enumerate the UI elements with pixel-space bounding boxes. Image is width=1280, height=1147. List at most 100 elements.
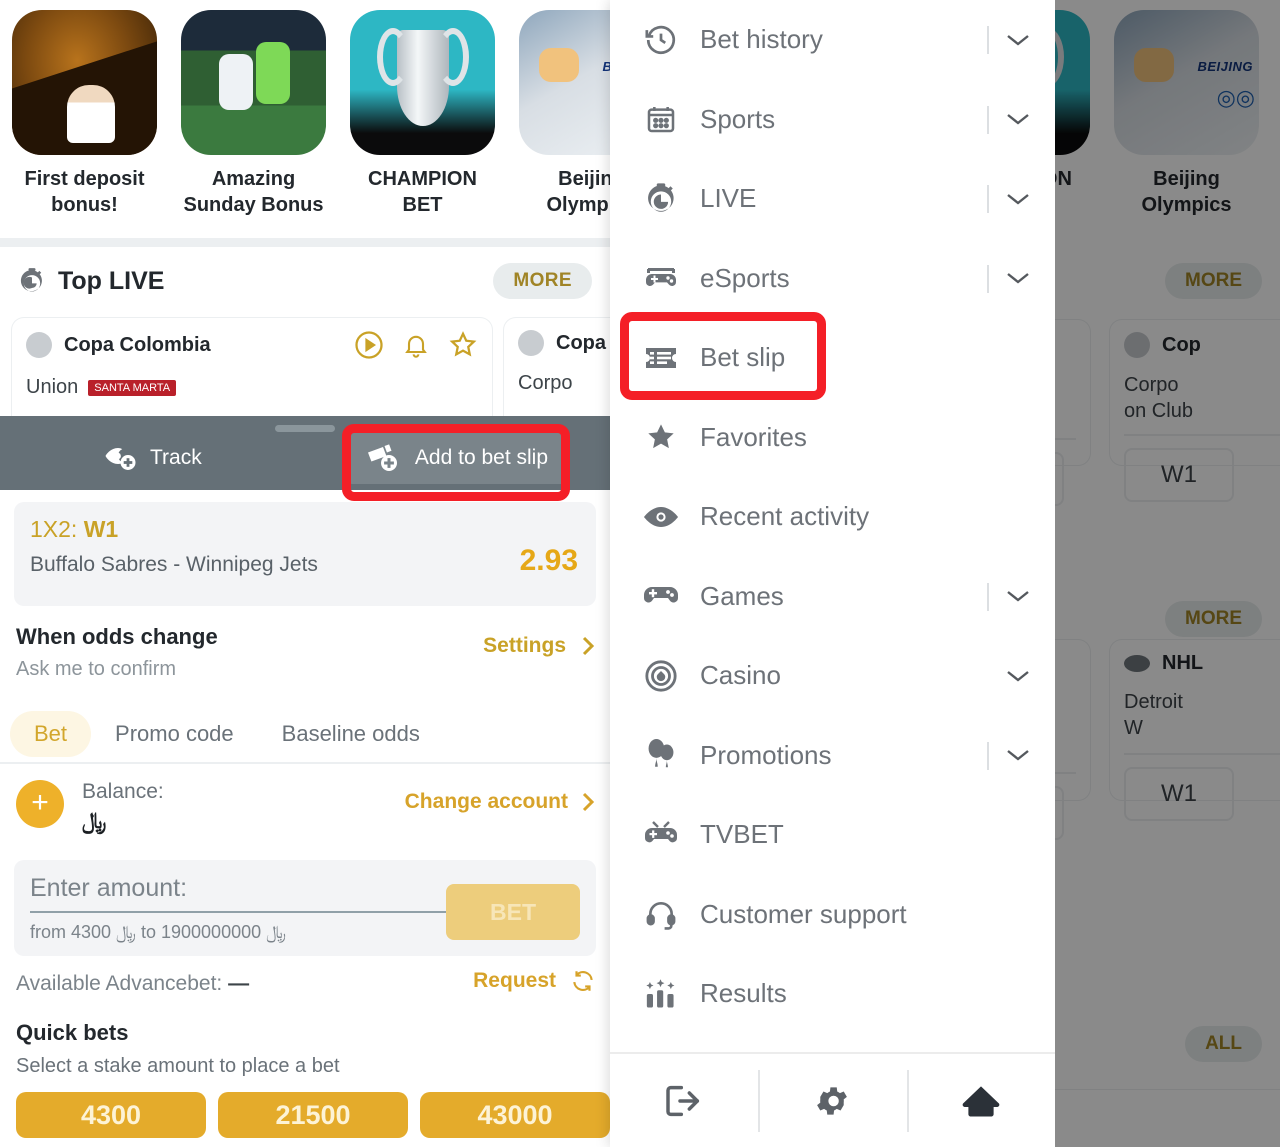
bell-icon[interactable] xyxy=(402,331,430,359)
promo-label: First deposit bonus! xyxy=(24,168,145,216)
promo-card-champion-bet: CHAMPIONBET xyxy=(1055,10,1102,238)
bet-slip-sheet: Track Add to bet slip 1X2: W1 Buffalo Sa… xyxy=(0,416,610,1147)
settings-button[interactable] xyxy=(758,1069,906,1132)
background-live-card: innipegts 2.08 xyxy=(1055,640,1090,840)
amount-underline xyxy=(30,911,450,913)
background-card-league: Cop xyxy=(1162,333,1201,356)
add-funds-button[interactable]: + xyxy=(16,780,64,828)
promo-label: Amazing Sunday Bonus xyxy=(183,168,324,216)
play-icon[interactable] xyxy=(354,330,384,360)
puck-icon xyxy=(1124,655,1150,672)
menu-divider xyxy=(987,582,989,611)
promo-card-champion-bet[interactable]: CHAMPION BET xyxy=(338,10,507,238)
chevron-down-icon[interactable] xyxy=(1005,111,1031,127)
menu-item-label: eSports xyxy=(700,262,790,293)
menu-item-favorites[interactable]: Favorites xyxy=(610,398,1055,478)
ticket-icon xyxy=(638,345,684,371)
tab-baseline-odds[interactable]: Baseline odds xyxy=(258,711,444,757)
menu-item-label: Promotions xyxy=(700,739,832,770)
track-button[interactable]: Track xyxy=(88,432,218,484)
promo-card-sunday-bonus[interactable]: Amazing Sunday Bonus xyxy=(169,10,338,238)
quick-bets-section: Quick bets Select a stake amount to plac… xyxy=(0,1010,610,1138)
request-label: Request xyxy=(473,969,556,992)
add-to-bet-slip-label: Add to bet slip xyxy=(414,446,548,469)
top-live-more-button[interactable]: MORE xyxy=(493,263,592,299)
promo-label: CHAMPIONBET xyxy=(1055,168,1072,190)
chevron-down-icon[interactable] xyxy=(1005,32,1031,48)
menu-item-customer-support[interactable]: Customer support xyxy=(610,875,1055,955)
chevron-down-icon[interactable] xyxy=(1005,191,1031,207)
advancebet-request-button[interactable]: Request xyxy=(473,968,596,994)
selection-pick: W1 xyxy=(83,516,119,542)
menu-item-recent-activity[interactable]: Recent activity xyxy=(610,477,1055,557)
background-top-live-more-row: MORE xyxy=(1055,247,1280,315)
menu-item-promotions[interactable]: Promotions xyxy=(610,716,1055,796)
quick-bet-button[interactable]: 21500 xyxy=(218,1092,408,1138)
sheet-drag-handle[interactable] xyxy=(275,425,335,432)
menu-item-tvbet[interactable]: TVBET xyxy=(610,795,1055,875)
top-live-title: Top LIVE xyxy=(58,266,165,295)
champion-bet-thumb xyxy=(350,10,495,155)
bet-selection-card[interactable]: 1X2: W1 Buffalo Sabres - Winnipeg Jets 2… xyxy=(14,502,596,606)
track-label: Track xyxy=(150,446,202,469)
quick-bet-button[interactable]: 43000 xyxy=(420,1092,610,1138)
navigation-drawer: Bet history Sports LIVE eSports Bet slip… xyxy=(610,0,1055,1147)
background-odd: W1 xyxy=(1124,448,1234,502)
background-odd: 45 xyxy=(1055,452,1064,506)
place-bet-button[interactable]: BET xyxy=(446,884,580,940)
menu-item-esports[interactable]: eSports xyxy=(610,239,1055,319)
balance-label: Balance: xyxy=(82,780,164,803)
quick-bets-subtitle: Select a stake amount to place a bet xyxy=(16,1055,340,1077)
menu-item-label: Customer support xyxy=(700,898,907,929)
menu-list: Bet history Sports LIVE eSports Bet slip… xyxy=(610,0,1055,1113)
live-card-league: Copa Colombia xyxy=(64,333,211,356)
add-to-bet-slip-button[interactable]: Add to bet slip xyxy=(348,432,564,484)
tab-bet[interactable]: Bet xyxy=(10,711,92,757)
star-icon[interactable] xyxy=(448,330,478,360)
track-icon xyxy=(104,444,138,472)
all-button: ALL xyxy=(1185,1026,1262,1062)
headset-icon xyxy=(638,898,684,930)
advancebet-label: Available Advancebet: xyxy=(16,972,229,995)
menu-item-sports[interactable]: Sports xyxy=(610,80,1055,160)
odds-change-settings-link[interactable]: Settings xyxy=(483,634,596,658)
amount-input[interactable]: Enter amount: xyxy=(30,874,450,913)
menu-item-casino[interactable]: Casino xyxy=(610,636,1055,716)
selection-market: 1X2: xyxy=(30,516,84,542)
beijing-olympics-thumb: BEIJING◎◎ xyxy=(519,10,610,155)
menu-item-label: Bet history xyxy=(700,24,823,55)
tab-promo-code[interactable]: Promo code xyxy=(91,711,258,757)
chevron-down-icon[interactable] xyxy=(1005,588,1031,604)
menu-item-label: TVBET xyxy=(700,819,784,850)
bet-slip-sheet-header: Track Add to bet slip xyxy=(0,416,610,501)
chevron-down-icon[interactable] xyxy=(1005,747,1031,763)
menu-item-bet-slip[interactable]: Bet slip xyxy=(610,318,1055,398)
chevron-down-icon[interactable] xyxy=(1005,668,1031,684)
background-content-inner: CHAMPIONBET BEIJING◎◎ BeijingOlympics MO… xyxy=(1055,0,1280,1147)
menu-item-label: Bet slip xyxy=(700,342,786,373)
app-content-column: First deposit bonus! Amazing Sunday Bonus … xyxy=(0,0,610,1147)
background-card-teams: Corpo on Club xyxy=(1124,374,1193,422)
menu-item-results[interactable]: Results xyxy=(610,954,1055,1034)
more-button: MORE xyxy=(1165,263,1262,299)
menu-item-label: Recent activity xyxy=(700,501,870,532)
background-live-card xyxy=(1055,1090,1280,1147)
league-badge-icon xyxy=(26,332,52,358)
promo-card-beijing-olympics[interactable]: BEIJING◎◎ BeijingOlympics xyxy=(507,10,610,238)
menu-item-bet-history[interactable]: Bet history xyxy=(610,0,1055,80)
promo-card-first-deposit[interactable]: First deposit bonus! xyxy=(0,10,169,238)
bet-slip-tabs: Bet Promo code Baseline odds xyxy=(0,688,610,762)
change-account-link[interactable]: Change account xyxy=(405,790,596,814)
home-button[interactable] xyxy=(906,1069,1055,1132)
live-card-team: Union xyxy=(26,376,79,398)
menu-item-live[interactable]: LIVE xyxy=(610,159,1055,239)
chevron-down-icon[interactable] xyxy=(1005,270,1031,286)
quick-bets-title: Quick bets xyxy=(16,1020,129,1045)
menu-item-games[interactable]: Games xyxy=(610,557,1055,637)
tvbet-icon xyxy=(638,819,684,851)
quick-bet-button[interactable]: 4300 xyxy=(16,1092,206,1138)
logout-button[interactable] xyxy=(610,1070,758,1132)
casino-icon xyxy=(638,659,684,693)
logout-icon xyxy=(664,1083,704,1119)
refresh-icon xyxy=(570,968,596,994)
